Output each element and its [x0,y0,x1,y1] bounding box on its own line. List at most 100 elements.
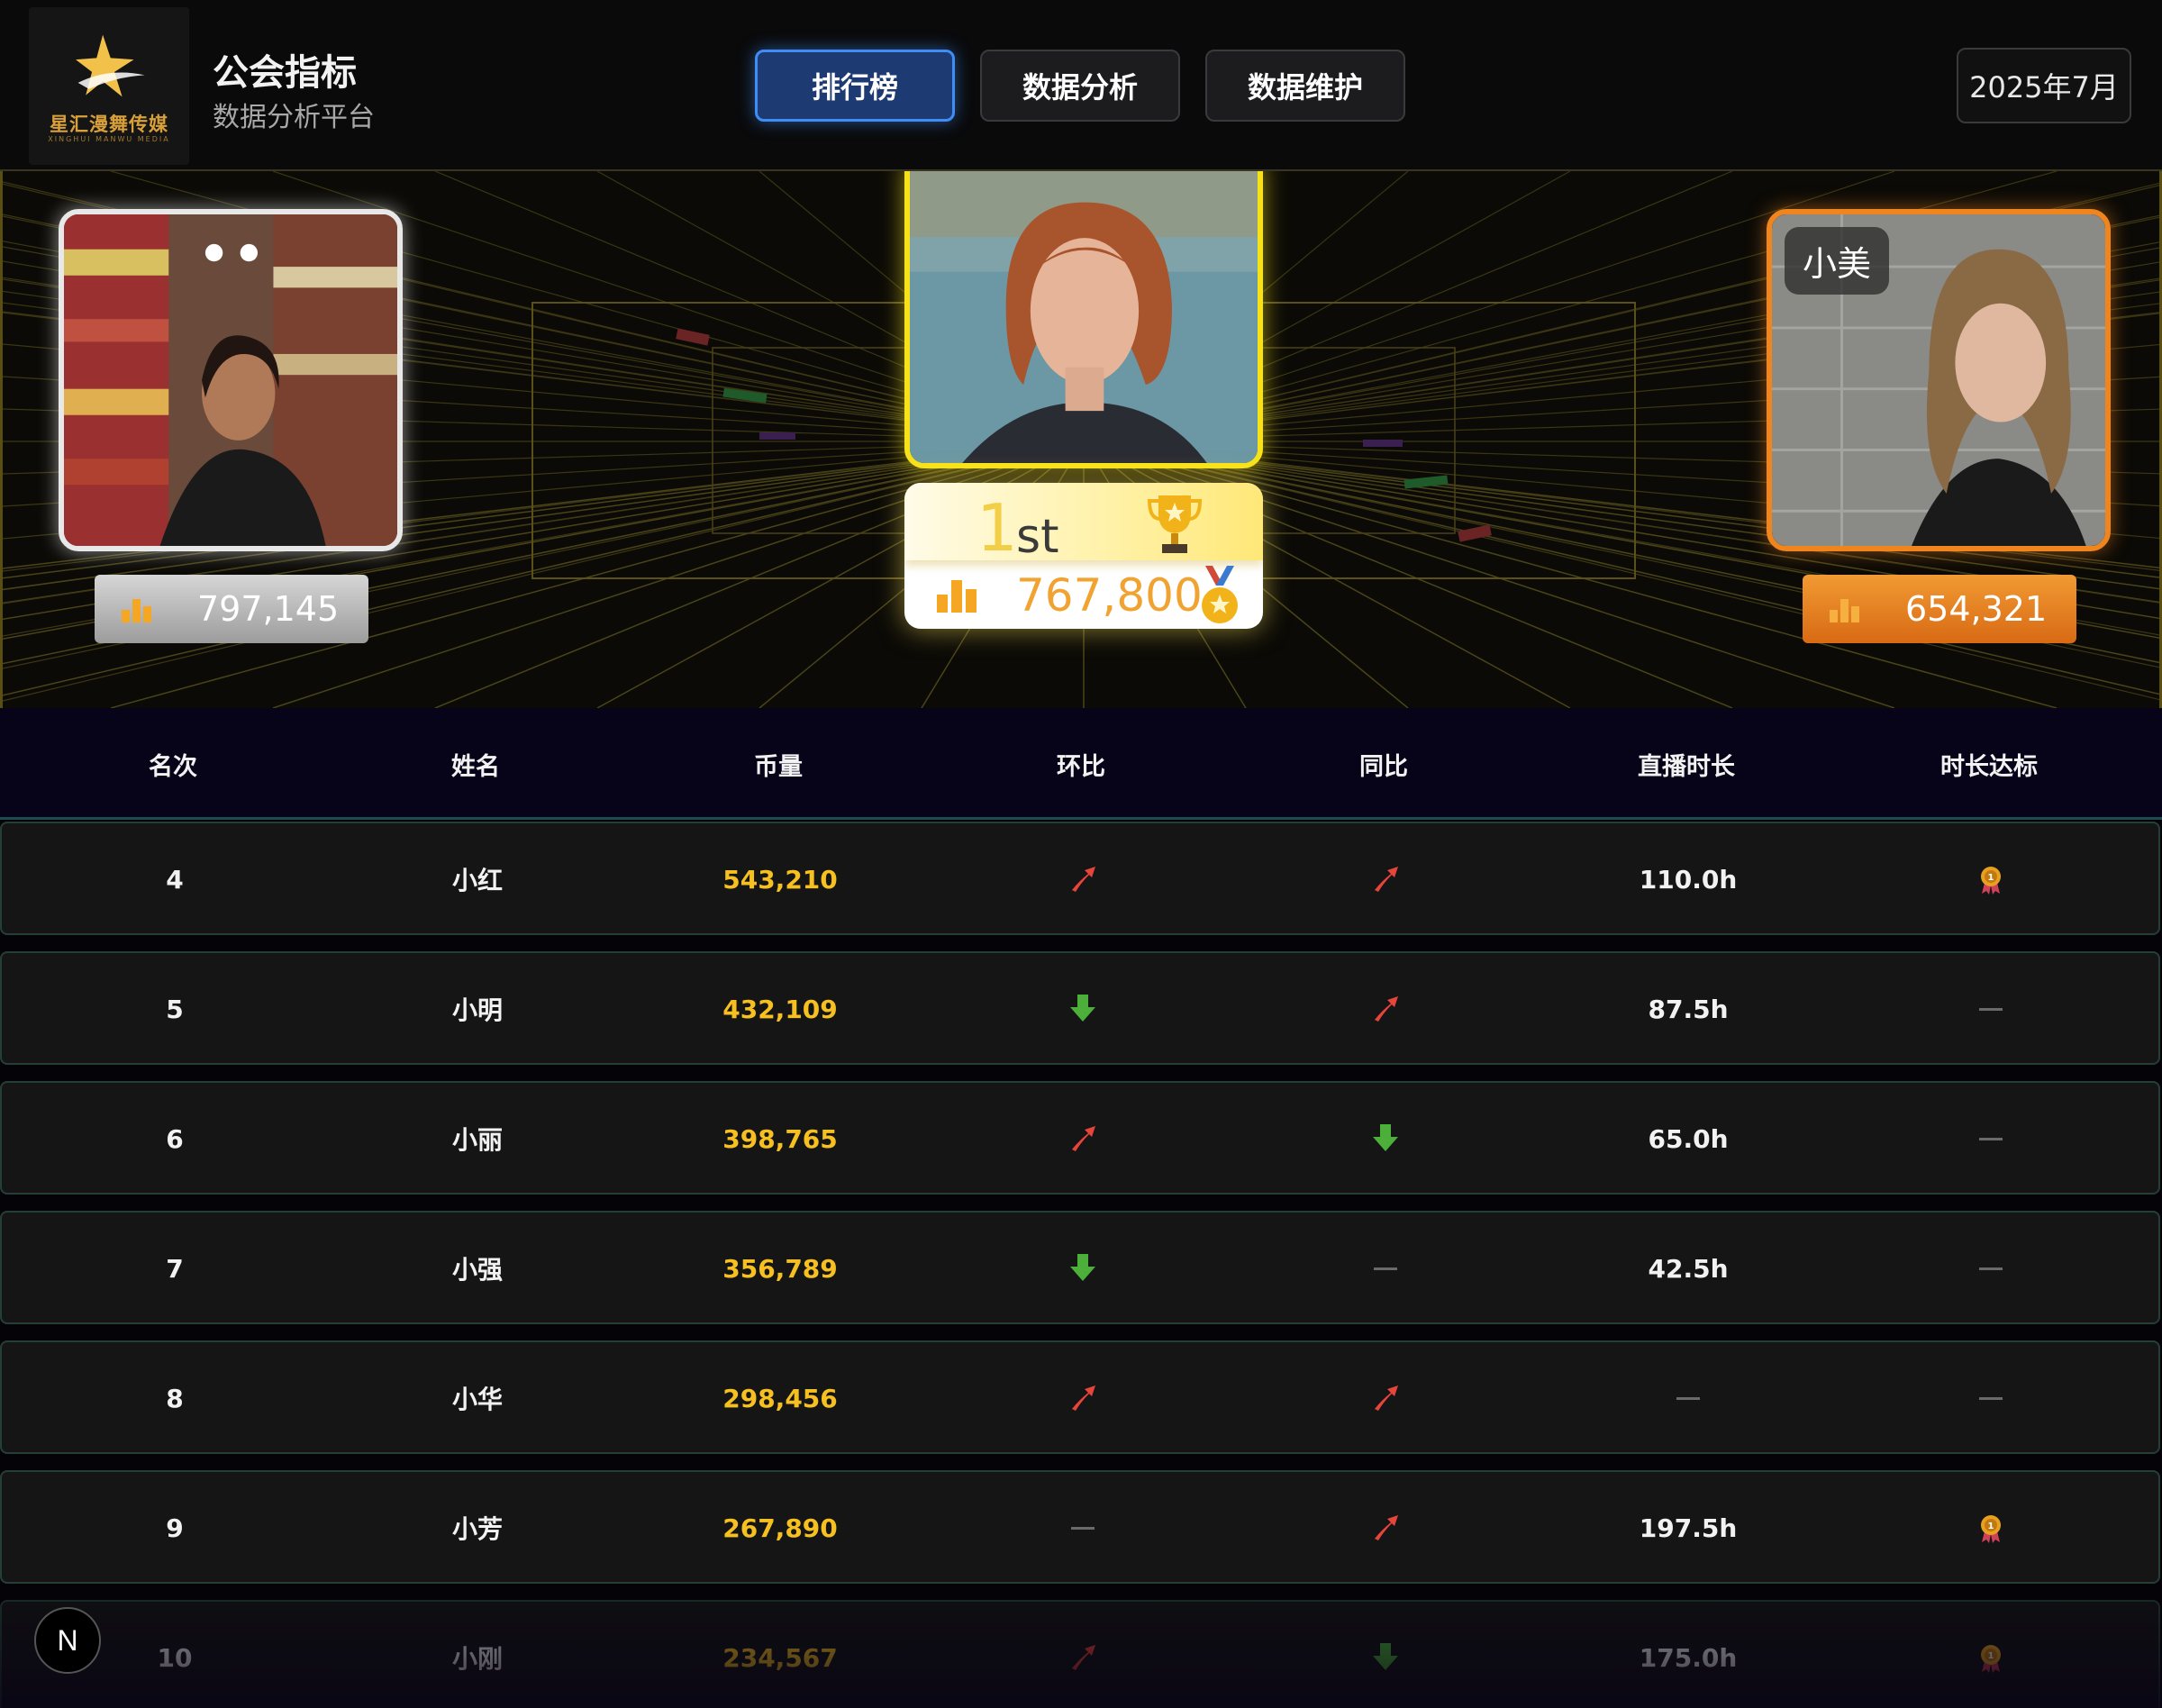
live-hours-cell: 110.0h [1639,864,1738,895]
trend-up-icon [1072,867,1095,892]
trend-down-icon [1070,1254,1095,1281]
yoy-cell [1234,1472,1537,1584]
coins-cell: 398,765 [722,1123,838,1154]
yoy-cell [1234,823,1537,935]
column-header-live-hours[interactable]: 直播时长 [1535,708,1838,820]
coins-cell: 267,890 [722,1513,838,1543]
app-header: 星汇漫舞传媒 XINGHUI MANWU MEDIA 公会指标 数据分析平台 排… [0,0,2162,171]
empty-dash [1071,1526,1095,1530]
column-header-mom[interactable]: 环比 [930,708,1232,820]
coins-cell: 356,789 [722,1253,838,1284]
empty-dash [1374,1267,1397,1270]
name-cell: 小强 [451,1255,503,1285]
podium-section: 797,145 1 st 767,800 小美 654,321 [0,171,2162,708]
column-header-yoy[interactable]: 同比 [1232,708,1535,820]
score-value: 654,321 [1905,589,2048,629]
empty-dash [1979,1267,2003,1270]
live-hours-cell: 87.5h [1648,994,1729,1024]
trend-up-icon [1072,1126,1095,1151]
mom-cell [931,953,1234,1065]
trend-up-icon [1375,1385,1398,1411]
ranking-table-body: 4 小红 543,210 110.0h 1 5 小明 432,109 87.5h 6 小丽 398,7… [0,822,2162,1708]
trend-down-icon [1070,995,1095,1022]
hours-target-cell: 1 [1840,1472,2142,1584]
medal-badge-icon: 1 [1981,1515,2001,1543]
yoy-cell [1234,953,1537,1065]
empty-dash [1979,1007,2003,1011]
rank-cell: 6 [166,1123,184,1154]
trend-up-icon [1072,1385,1095,1411]
svg-text:1: 1 [1988,873,1994,883]
rank-cell: 5 [166,994,184,1024]
name-cell: 小明 [451,995,503,1025]
name-cell: 小芳 [451,1514,503,1544]
yoy-cell [1234,1083,1537,1195]
rank-cell: 4 [166,864,184,895]
table-row[interactable]: 8 小华 298,456 [0,1340,2160,1454]
column-header-coins[interactable]: 币量 [627,708,930,820]
coins-cell: 298,456 [722,1383,838,1413]
column-header-name[interactable]: 姓名 [324,708,627,820]
empty-dash [1979,1396,2003,1400]
score-value: 797,145 [197,589,340,629]
table-row[interactable]: 5 小明 432,109 87.5h [0,951,2160,1065]
first-place-photo[interactable] [904,171,1263,468]
bar-chart-icon [937,580,977,613]
tab-data-analysis[interactable]: 数据分析 [980,50,1180,122]
medal-badge-icon: 1 [1981,867,2001,895]
mom-cell [931,1342,1234,1454]
mom-cell [931,1213,1234,1324]
gold-medal-icon [1202,566,1238,623]
rank-cell: 8 [166,1383,184,1413]
name-cell: 小红 [451,866,503,895]
brand-logo: 星汇漫舞传媒 XINGHUI MANWU MEDIA [29,7,189,165]
bottom-fade-overlay [0,1594,2162,1708]
first-place-score: 767,800 [1016,569,1203,622]
hours-target-cell: 1 [1840,823,2142,935]
floating-n-badge[interactable]: N [34,1607,101,1674]
app-title: 公会指标 [213,52,357,94]
tab-data-maintenance[interactable]: 数据维护 [1205,50,1405,122]
third-place-photo[interactable]: 小美 [1767,209,2111,551]
rank-cell: 9 [166,1513,184,1543]
trend-up-icon [1375,867,1398,892]
second-place-photo[interactable] [59,209,403,551]
table-row[interactable]: 9 小芳 267,890 197.5h 1 [0,1470,2160,1584]
app-subtitle: 数据分析平台 [213,102,375,133]
star-logo-icon [76,34,145,97]
svg-text:1: 1 [1988,1522,1994,1531]
column-header-hours-target[interactable]: 时长达标 [1838,708,2140,820]
mom-cell [931,1083,1234,1195]
mom-cell [931,823,1234,935]
live-hours-cell: 42.5h [1648,1253,1729,1284]
column-header-rank[interactable]: 名次 [22,708,324,820]
tab-leaderboard[interactable]: 排行榜 [755,50,955,122]
empty-dash [1979,1137,2003,1140]
rank-number: 1 [977,490,1018,566]
logo-subtext: XINGHUI MANWU MEDIA [48,135,170,143]
bar-chart-icon [1830,599,1859,622]
yoy-cell [1234,1342,1537,1454]
table-row[interactable]: 4 小红 543,210 110.0h 1 [0,822,2160,935]
live-hours-cell [1537,1342,1840,1454]
mom-cell [931,1472,1234,1584]
trophy-icon [1148,495,1202,553]
trend-down-icon [1373,1124,1398,1151]
rank-suffix: st [1016,510,1059,564]
yoy-cell [1234,1213,1537,1324]
hours-target-cell [1840,1213,2142,1324]
logo-text: 星汇漫舞传媒 [50,114,168,135]
live-hours-cell: 65.0h [1648,1123,1729,1154]
first-place-card: 1 st 767,800 [904,483,1263,629]
table-row[interactable]: 7 小强 356,789 42.5h [0,1211,2160,1324]
name-cell: 小华 [451,1385,503,1414]
table-row[interactable]: 6 小丽 398,765 65.0h [0,1081,2160,1195]
month-selector[interactable]: 2025年7月 [1957,48,2131,123]
third-place-score: 654,321 [1803,575,2076,643]
third-place-name: 小美 [1785,227,1890,295]
hours-target-cell [1840,1342,2142,1454]
name-cell: 小丽 [451,1125,503,1155]
trend-up-icon [1375,1515,1398,1540]
coins-cell: 432,109 [722,994,838,1024]
trend-up-icon [1375,996,1398,1022]
